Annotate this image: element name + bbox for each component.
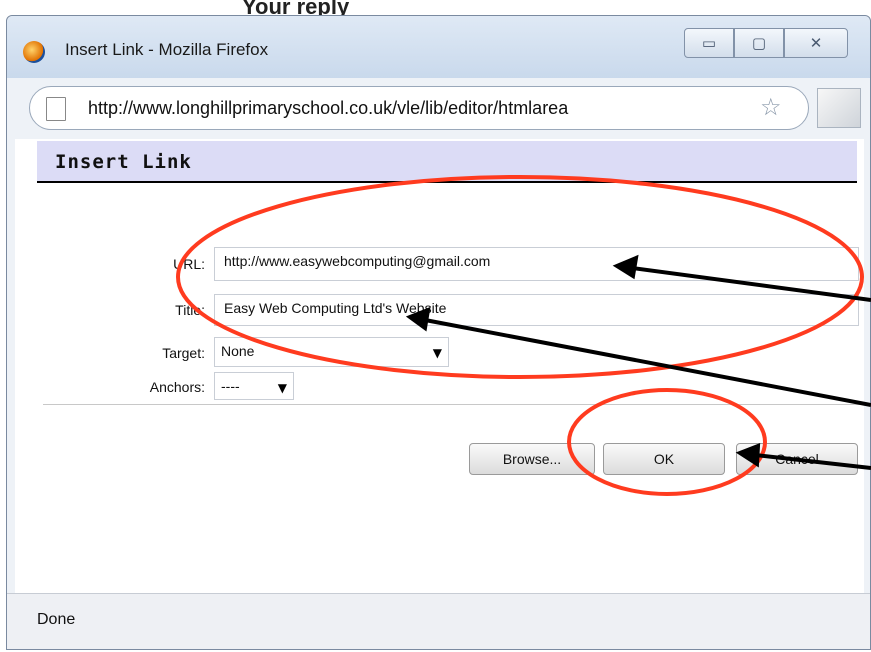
dialog-content: Insert Link URL: http://www.easywebcompu… [15,139,864,594]
address-bar[interactable]: http://www.longhillprimaryschool.co.uk/v… [29,86,809,130]
target-value: None [221,343,255,359]
cancel-button[interactable]: Cancel [736,443,858,475]
page-icon [46,97,66,121]
title-bar[interactable]: Insert Link - Mozilla Firefox ▭ ▢ ✕ [7,16,870,78]
anchors-value: ---- [221,378,240,394]
target-select[interactable]: None ▼ [214,337,449,367]
status-bar: Done [7,593,870,649]
minimize-button[interactable]: ▭ [684,28,734,58]
title-label: Title: [175,302,205,318]
chevron-down-icon: ▼ [277,381,287,395]
firefox-icon [23,41,45,63]
url-input[interactable]: http://www.easywebcomputing@gmail.com [214,247,859,281]
url-label: URL: [173,256,205,272]
title-input[interactable]: Easy Web Computing Ltd's Website [214,294,859,326]
anchors-select[interactable]: ---- ▼ [214,372,294,400]
close-button[interactable]: ✕ [784,28,848,58]
address-url[interactable]: http://www.longhillprimaryschool.co.uk/v… [88,98,748,119]
resize-icon[interactable] [817,88,861,128]
ok-button[interactable]: OK [603,443,725,475]
chevron-down-icon: ▼ [432,346,442,360]
anchors-label: Anchors: [149,379,205,395]
window-title: Insert Link - Mozilla Firefox [65,40,269,59]
window-controls: ▭ ▢ ✕ [684,28,848,62]
bookmark-star-icon[interactable]: ☆ [760,93,782,121]
status-text: Done [37,611,76,628]
divider [43,404,861,405]
browse-button[interactable]: Browse... [469,443,595,475]
dialog-title: Insert Link [55,151,192,173]
maximize-button[interactable]: ▢ [734,28,784,58]
target-label: Target: [162,345,205,361]
popup-window: Insert Link - Mozilla Firefox ▭ ▢ ✕ http… [6,15,871,650]
dialog-header: Insert Link [37,141,857,183]
